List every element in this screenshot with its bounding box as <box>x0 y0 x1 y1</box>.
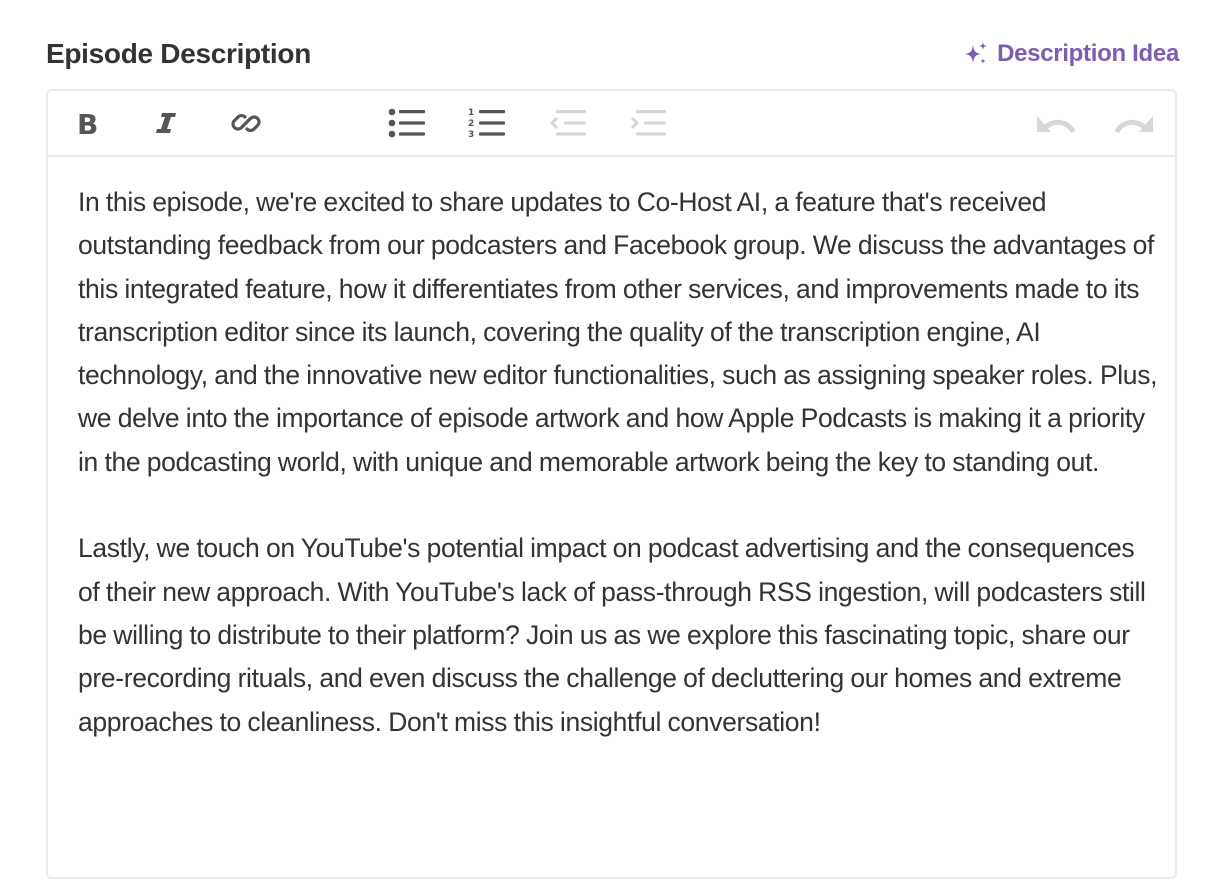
svg-text:B: B <box>77 109 98 137</box>
link-button[interactable] <box>228 105 264 141</box>
bold-icon: B <box>75 109 101 137</box>
outdent-button[interactable] <box>548 105 588 141</box>
redo-button[interactable] <box>1113 105 1155 141</box>
indent-icon <box>628 106 668 140</box>
numbered-list-button[interactable]: 1 2 3 <box>468 105 508 141</box>
description-text-area[interactable]: In this episode, we're excited to share … <box>78 181 1158 744</box>
bulleted-list-icon <box>388 106 428 140</box>
undo-button[interactable] <box>1035 105 1077 141</box>
editor-toolbar: B 1 2 3 <box>48 91 1175 157</box>
svg-text:3: 3 <box>468 130 474 140</box>
indent-button[interactable] <box>630 105 666 141</box>
sparkles-icon <box>963 41 989 67</box>
description-header: Episode Description Description Idea <box>46 36 1179 80</box>
section-title: Episode Description <box>46 38 312 69</box>
outdent-icon <box>548 106 588 140</box>
italic-button[interactable] <box>148 105 184 141</box>
numbered-list-icon: 1 2 3 <box>468 106 508 140</box>
italic-icon <box>153 109 179 137</box>
description-paragraph: In this episode, we're excited to share … <box>78 187 1158 477</box>
description-idea-label: Description Idea <box>997 40 1179 67</box>
undo-icon <box>1035 108 1077 138</box>
rich-text-editor: B 1 2 3 In this episode, we're excited t… <box>46 89 1177 879</box>
description-paragraph: Lastly, we touch on YouTube's potential … <box>78 533 1146 737</box>
link-icon <box>229 106 263 140</box>
svg-text:2: 2 <box>468 119 474 129</box>
redo-icon <box>1113 108 1155 138</box>
bulleted-list-button[interactable] <box>388 105 428 141</box>
description-idea-button[interactable]: Description Idea <box>963 40 1179 68</box>
bold-button[interactable]: B <box>70 105 106 141</box>
svg-text:1: 1 <box>468 108 474 118</box>
